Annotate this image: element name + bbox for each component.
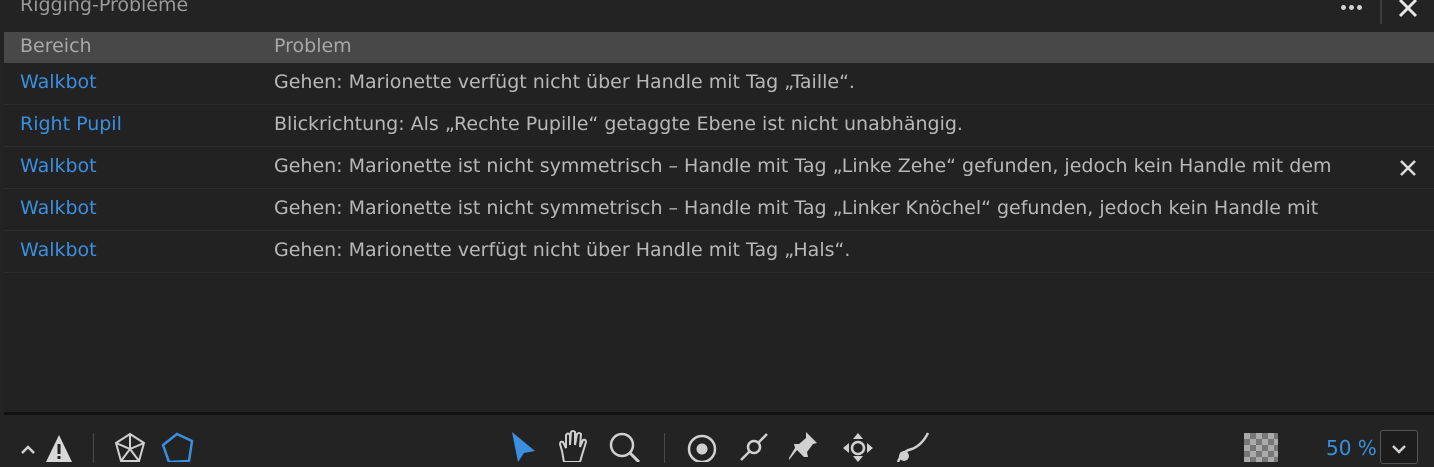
curve-icon[interactable] [892,429,932,462]
table-row[interactable]: Right Pupil Blickrichtung: Als „Rechte P… [4,105,1434,147]
toolbar-separator [93,433,94,463]
chevron-down-icon [1392,445,1406,454]
dismiss-row-icon[interactable] [1398,158,1418,178]
panel-header: Rigging-Probleme [0,0,1434,32]
warning-icon[interactable] [44,429,74,462]
hand-icon[interactable] [555,429,591,462]
mesh-icon[interactable] [112,429,148,462]
column-header-problem[interactable]: Problem [274,35,352,57]
more-options-icon[interactable] [1338,2,1364,12]
problem-text: Gehen: Marionette ist nicht symmetrisch … [274,197,1319,219]
header-divider [1380,0,1382,24]
column-header-area[interactable]: Bereich [20,35,92,57]
stick-icon[interactable] [736,429,772,462]
table-row[interactable]: Walkbot Gehen: Marionette verfügt nicht … [4,231,1434,273]
area-link[interactable]: Walkbot [20,239,97,261]
area-link[interactable]: Walkbot [20,155,97,177]
close-panel-icon[interactable] [1396,0,1420,20]
zoom-level[interactable]: 50 % [1326,436,1377,460]
origin-icon[interactable] [684,429,720,462]
problem-text: Gehen: Marionette verfügt nicht über Han… [274,71,855,93]
pin-icon[interactable] [786,429,822,462]
panel-title: Rigging-Probleme [20,0,189,16]
toolbar-separator [664,433,665,463]
table-row[interactable]: Walkbot Gehen: Marionette ist nicht symm… [4,189,1434,231]
dragger-icon[interactable] [840,429,876,462]
problem-text: Blickrichtung: Als „Rechte Pupille“ geta… [274,113,963,135]
zoom-icon[interactable] [606,429,642,462]
table-row[interactable]: Walkbot Gehen: Marionette ist nicht symm… [4,147,1434,189]
bottom-toolbar: 50 % [0,415,1434,464]
area-link[interactable]: Walkbot [20,197,97,219]
area-link[interactable]: Walkbot [20,71,97,93]
problem-text: Gehen: Marionette ist nicht symmetrisch … [274,155,1332,177]
zoom-dropdown[interactable] [1380,430,1418,464]
chevron-up-icon[interactable] [18,429,38,462]
area-link[interactable]: Right Pupil [20,113,122,135]
table-header: Bereich Problem [4,32,1434,63]
select-arrow-icon[interactable] [508,429,538,462]
issues-table: Bereich Problem Walkbot Gehen: Marionett… [4,32,1434,412]
table-row[interactable]: Walkbot Gehen: Marionette verfügt nicht … [4,63,1434,105]
problem-text: Gehen: Marionette verfügt nicht über Han… [274,239,851,261]
transparency-grid-icon[interactable] [1244,433,1278,466]
polygon-icon[interactable] [160,429,196,462]
